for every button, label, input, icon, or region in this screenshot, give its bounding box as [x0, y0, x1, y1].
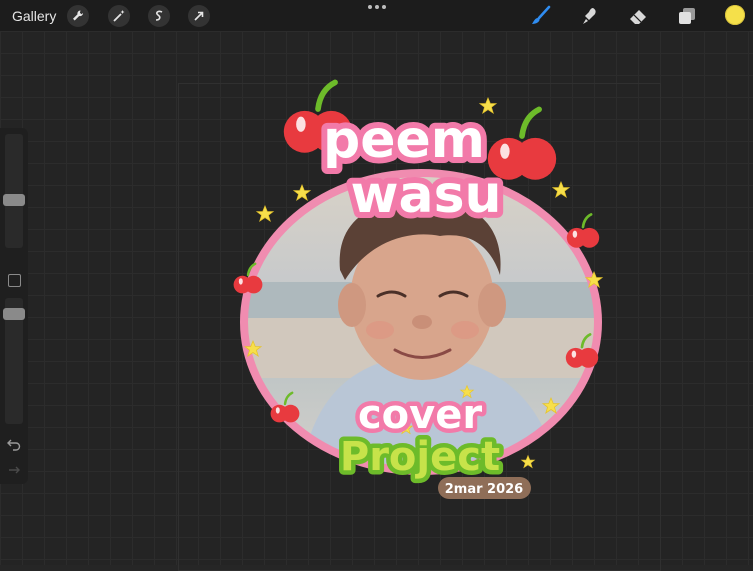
artwork-title-line1: peem: [323, 110, 485, 170]
artwork[interactable]: peem wasu cover Project 2mar 2026: [0, 0, 753, 565]
artwork-banner-line1: cover: [358, 392, 482, 438]
artwork-banner-line2: Project: [340, 434, 500, 480]
artwork-title-line2: wasu: [350, 165, 501, 225]
artwork-date: 2mar 2026: [445, 482, 523, 497]
